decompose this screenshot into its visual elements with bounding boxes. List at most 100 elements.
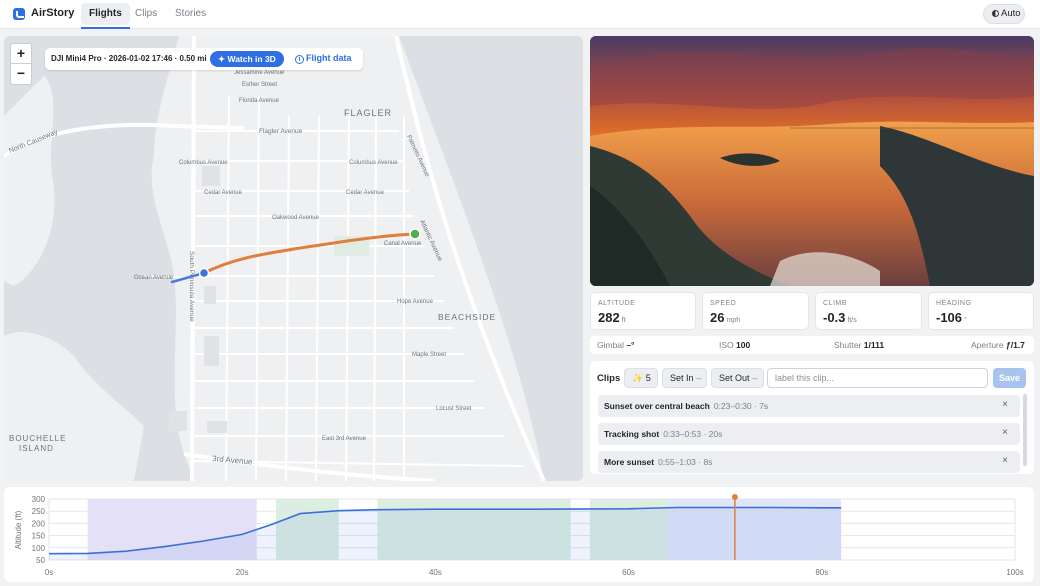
y-tick-label: 300 xyxy=(32,495,46,504)
clip-meta: 0:23–0:30 · 7s xyxy=(713,401,769,411)
y-tick-label: 50 xyxy=(36,556,45,565)
flight-info-text: DJI Mini4 Pro · 2026-01-02 17:46 · 0.50 … xyxy=(51,54,207,63)
shutter-value: 1/111 xyxy=(863,340,885,350)
sparkle-icon: ✨ xyxy=(632,373,644,383)
y-tick-label: 250 xyxy=(32,507,46,516)
clip-list-item[interactable]: Tracking shot 0:33–0:53 · 20s × xyxy=(598,423,1020,445)
climb-value-row: -0.3 ft/s xyxy=(823,310,857,325)
altitude-chart[interactable]: 300 250 200 150 100 500s 20s 40s 60s 80s 100s Altit… xyxy=(4,487,1034,582)
flight-data-label: Flight data xyxy=(306,53,352,63)
x-tick-label: 80s xyxy=(815,568,828,577)
climb-value: -0.3 xyxy=(823,310,846,325)
altitude-card: ALTITUDE 282 ft xyxy=(590,292,696,330)
shutter-item: Shutter 1/111 xyxy=(834,340,884,350)
speed-value: 26 xyxy=(710,310,725,325)
auto-clips-count: 5 xyxy=(645,373,651,383)
clips-scrollbar[interactable] xyxy=(1023,394,1027,466)
video-player[interactable] xyxy=(590,36,1034,286)
flight-data-link[interactable]: i Flight data xyxy=(295,53,352,64)
map-canvas: FLAGLER BEACHSIDE BOUCHELLE ISLAND North… xyxy=(4,36,583,481)
y-tick-label: 100 xyxy=(32,544,46,553)
gimbal-label: Gimbal xyxy=(597,340,624,350)
y-tick-label: 200 xyxy=(32,519,46,528)
map-label-ocean-avenue: Ocean Avenue xyxy=(134,275,174,281)
map-label-hope-avenue: Hope Avenue xyxy=(397,299,434,305)
map-label-canal-avenue: Canal Avenue xyxy=(384,241,422,247)
aperture-item: Aperture ƒ/1.7 xyxy=(971,340,1025,350)
altitude-unit: ft xyxy=(621,317,626,324)
heading-value: -106 xyxy=(936,310,963,325)
clip-list-item[interactable]: Sunset over central beach 0:23–0:30 · 7s … xyxy=(598,395,1020,417)
clip-name: More sunset xyxy=(604,457,655,467)
map-label-atlantic-avenue: Atlantic Avenue xyxy=(418,219,443,263)
aperture-label: Aperture xyxy=(971,340,1004,350)
climb-card: CLIMB -0.3 ft/s xyxy=(815,292,922,330)
x-tick-label: 20s xyxy=(236,568,249,577)
map-label-esther-street: Esther Street xyxy=(242,82,277,88)
heading-label: HEADING xyxy=(936,300,972,307)
speed-unit: mph xyxy=(726,317,741,324)
tab-stories[interactable]: Stories xyxy=(167,3,214,25)
map-label-bouchelle: BOUCHELLE xyxy=(9,434,66,443)
speed-label: SPEED xyxy=(710,300,737,307)
ocean-area xyxy=(399,36,583,481)
gimbal-value: –° xyxy=(626,340,635,350)
remove-clip-icon[interactable]: × xyxy=(1002,455,1008,466)
map-label-south-peninsula: South Peninsula Avenue xyxy=(188,251,195,322)
clips-panel: Clips ✨ 5 Set In– Set Out– Save Sunset o… xyxy=(590,361,1034,474)
tab-flights[interactable]: Flights xyxy=(81,3,130,29)
flight-map[interactable]: FLAGLER BEACHSIDE BOUCHELLE ISLAND North… xyxy=(4,36,583,481)
zoom-out-button[interactable]: − xyxy=(11,64,31,84)
altitude-value-row: 282 ft xyxy=(598,310,626,325)
map-label-3rd-avenue: 3rd Avenue xyxy=(212,454,254,467)
drone-position-marker[interactable] xyxy=(198,267,210,279)
map-label-florida-avenue: Florida Avenue xyxy=(239,98,280,104)
x-tick-label: 100s xyxy=(1006,568,1023,577)
map-label-maple-street: Maple Street xyxy=(412,352,446,358)
heading-unit: ° xyxy=(964,317,967,324)
watch-3d-label: Watch in 3D xyxy=(227,54,276,64)
camera-settings-row: Gimbal –° ISO 100 Shutter 1/111 Aperture… xyxy=(590,336,1034,354)
clip-list-item[interactable]: More sunset 0:55–1:03 · 8s × xyxy=(598,451,1020,473)
save-clip-button[interactable]: Save xyxy=(993,368,1026,388)
clip-name: Tracking shot xyxy=(604,429,660,439)
contrast-icon xyxy=(992,10,999,17)
speed-card: SPEED 26 mph xyxy=(702,292,809,330)
clips-title: Clips xyxy=(597,373,621,384)
clip-label-input[interactable] xyxy=(767,368,988,388)
heading-card: HEADING -106 ° xyxy=(928,292,1034,330)
iso-item: ISO 100 xyxy=(719,340,750,350)
map-label-island: ISLAND xyxy=(19,444,54,453)
set-in-button[interactable]: Set In – xyxy=(662,368,707,388)
theme-toggle-button[interactable]: Auto xyxy=(983,4,1025,24)
zoom-control: + − xyxy=(10,43,32,85)
heading-value-row: -106 ° xyxy=(936,310,967,325)
remove-clip-icon[interactable]: × xyxy=(1002,427,1008,438)
map-label-oakwood-avenue: Oakwood Avenue xyxy=(272,215,320,221)
altitude-chart-panel[interactable]: 300 250 200 150 100 50 0s 20s 40s 60s 80s 100s Altit… xyxy=(4,487,1034,582)
start-marker[interactable] xyxy=(409,228,421,240)
map-label-columbus-avenue-2: Columbus Avenue xyxy=(349,160,398,166)
auto-clips-button[interactable]: ✨ 5 xyxy=(624,368,658,388)
set-in-label: Set In xyxy=(670,373,694,383)
zoom-in-button[interactable]: + xyxy=(11,44,31,64)
remove-clip-icon[interactable]: × xyxy=(1002,399,1008,410)
climb-unit: ft/s xyxy=(847,317,857,324)
app-logo-icon xyxy=(13,8,25,20)
map-label-jessamine-avenue: Jessamine Avenue xyxy=(234,70,285,76)
clip-name: Sunset over central beach xyxy=(604,401,710,411)
clip-name-row: Sunset over central beach 0:23–0:30 · 7s xyxy=(604,401,768,411)
clip-meta: 0:55–1:03 · 8s xyxy=(658,457,713,467)
flight-info-bar: DJI Mini4 Pro · 2026-01-02 17:46 · 0.50 … xyxy=(45,48,363,70)
set-out-button[interactable]: Set Out – xyxy=(711,368,764,388)
tab-clips[interactable]: Clips xyxy=(127,3,165,25)
top-bar: AirStory Flights Clips Stories Auto xyxy=(0,0,1040,29)
map-label-flagler-avenue: Flagler Avenue xyxy=(259,128,303,135)
iso-value: 100 xyxy=(736,340,751,350)
watch-3d-button[interactable]: ✦ Watch in 3D xyxy=(210,51,284,67)
shutter-label: Shutter xyxy=(834,340,862,350)
theme-label: Auto xyxy=(1001,8,1021,19)
altitude-value: 282 xyxy=(598,310,620,325)
app-name: AirStory xyxy=(31,7,75,19)
climb-label: CLIMB xyxy=(823,300,847,307)
